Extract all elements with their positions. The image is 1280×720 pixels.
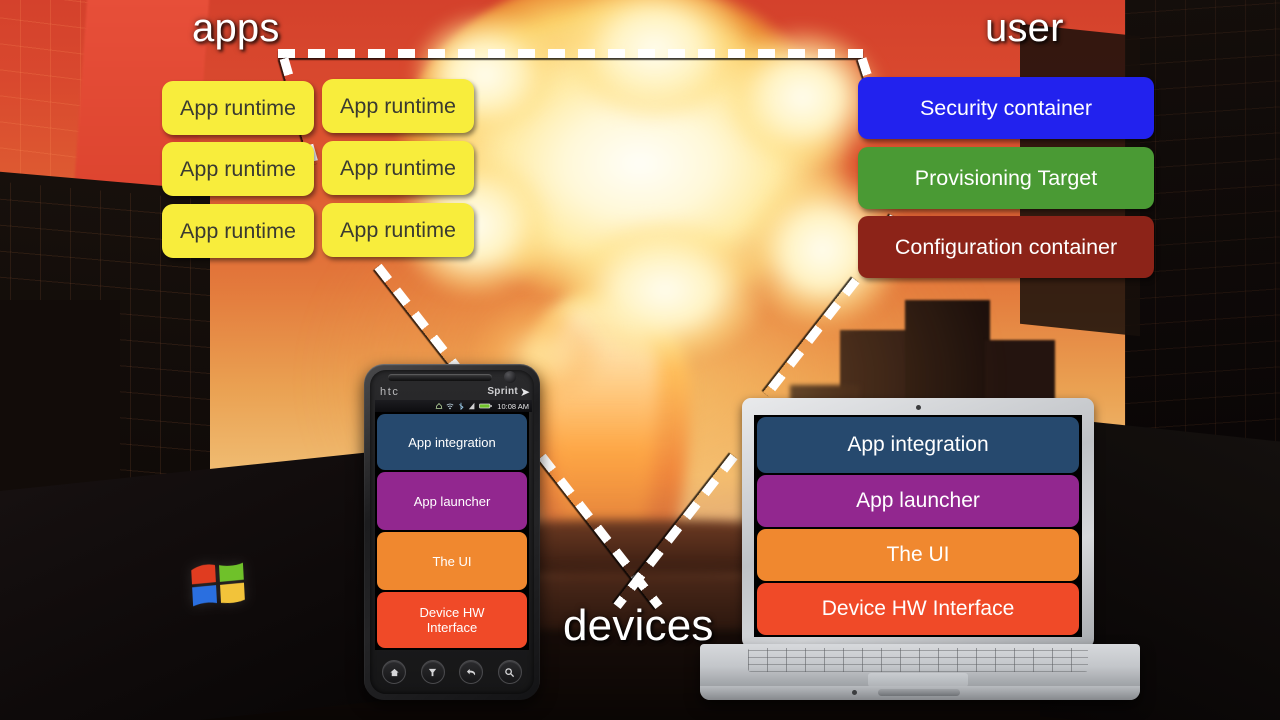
- security-container-label: Security container: [919, 95, 1093, 120]
- laptop-trackpad: [868, 673, 968, 687]
- provisioning-target-box[interactable]: Provisioning Target: [858, 147, 1154, 209]
- laptop-stack-the-ui[interactable]: The UI: [757, 529, 1079, 581]
- app-runtime-box-5[interactable]: App runtime: [162, 204, 314, 258]
- phone-stack-app-integration[interactable]: App integration: [377, 414, 527, 470]
- app-runtime-label: App runtime: [340, 155, 456, 180]
- laptop-stack-app-integration[interactable]: App integration: [757, 417, 1079, 473]
- laptop-stack-label: Device HW Interface: [821, 597, 1015, 620]
- zone-label-apps: apps: [192, 6, 280, 50]
- app-runtime-box-3[interactable]: App runtime: [162, 142, 314, 196]
- configuration-container-box[interactable]: Configuration container: [858, 216, 1154, 278]
- security-container-box[interactable]: Security container: [858, 77, 1154, 139]
- windows-logo: [191, 562, 245, 607]
- phone-screen: App integration App launcher The UI Devi…: [375, 412, 529, 650]
- phone-stack-app-launcher[interactable]: App launcher: [377, 472, 527, 530]
- phone-softkey-bar: [375, 656, 529, 688]
- laptop-latch: [878, 689, 960, 696]
- phone-stack-label: Device HW Interface: [419, 605, 485, 635]
- laptop-sleep-led-icon: [852, 690, 857, 695]
- sprint-arrow-icon: ➤: [519, 385, 530, 399]
- laptop-device-mockup: App integration App launcher The UI Devi…: [700, 398, 1140, 700]
- wifi-icon: [446, 403, 454, 410]
- laptop-lid: App integration App launcher The UI Devi…: [742, 398, 1094, 648]
- app-runtime-label: App runtime: [180, 156, 296, 181]
- app-runtime-label: App runtime: [340, 93, 456, 118]
- zone-label-devices: devices: [563, 601, 714, 650]
- phone-stack-the-ui[interactable]: The UI: [377, 532, 527, 590]
- phone-device-mockup: htc Sprint ➤ 10:08 AM App integration Ap…: [364, 364, 540, 700]
- configuration-container-label: Configuration container: [894, 234, 1118, 259]
- app-runtime-box-1[interactable]: App runtime: [162, 81, 314, 135]
- bluetooth-icon: [459, 402, 464, 410]
- phone-earpiece-speaker: [388, 374, 492, 381]
- laptop-stack-device-hw-interface[interactable]: Device HW Interface: [757, 583, 1079, 635]
- laptop-stack-app-launcher[interactable]: App launcher: [757, 475, 1079, 527]
- phone-status-bar: 10:08 AM: [375, 400, 532, 412]
- phone-stack-device-hw-interface[interactable]: Device HW Interface: [377, 592, 527, 648]
- phone-stack-label: The UI: [432, 553, 472, 569]
- phone-carrier-label: Sprint: [487, 386, 518, 397]
- provisioning-target-label: Provisioning Target: [914, 165, 1098, 190]
- app-runtime-box-6[interactable]: App runtime: [322, 203, 474, 257]
- slide-canvas: apps user devices App runtime App runtim…: [0, 0, 1280, 720]
- phone-stack-label: App launcher: [413, 493, 491, 509]
- laptop-screen: App integration App launcher The UI Devi…: [754, 415, 1082, 637]
- phone-stack-label: App integration: [408, 434, 496, 450]
- back-icon[interactable]: [459, 660, 484, 684]
- app-runtime-label: App runtime: [180, 218, 296, 243]
- zone-label-user: user: [985, 6, 1064, 50]
- phone-front-camera-icon: [504, 371, 516, 383]
- network-icon: [436, 403, 443, 409]
- laptop-stack-label: App launcher: [856, 489, 980, 512]
- battery-icon: [479, 403, 493, 409]
- laptop-stack-label: The UI: [886, 543, 950, 566]
- htc-brand-logo: htc: [380, 386, 400, 398]
- laptop-stack-label: App integration: [847, 433, 989, 456]
- app-runtime-label: App runtime: [340, 217, 456, 242]
- laptop-keyboard: [748, 648, 1088, 672]
- laptop-camera-icon: [915, 405, 921, 410]
- menu-icon[interactable]: [420, 660, 445, 684]
- app-runtime-label: App runtime: [180, 95, 296, 120]
- signal-icon: [469, 402, 475, 410]
- app-runtime-box-4[interactable]: App runtime: [322, 141, 474, 195]
- phone-status-clock: 10:08 AM: [497, 401, 529, 411]
- home-icon[interactable]: [382, 660, 407, 684]
- search-icon[interactable]: [497, 660, 522, 684]
- connector-apps-to-user: [278, 49, 863, 58]
- app-runtime-box-2[interactable]: App runtime: [322, 79, 474, 133]
